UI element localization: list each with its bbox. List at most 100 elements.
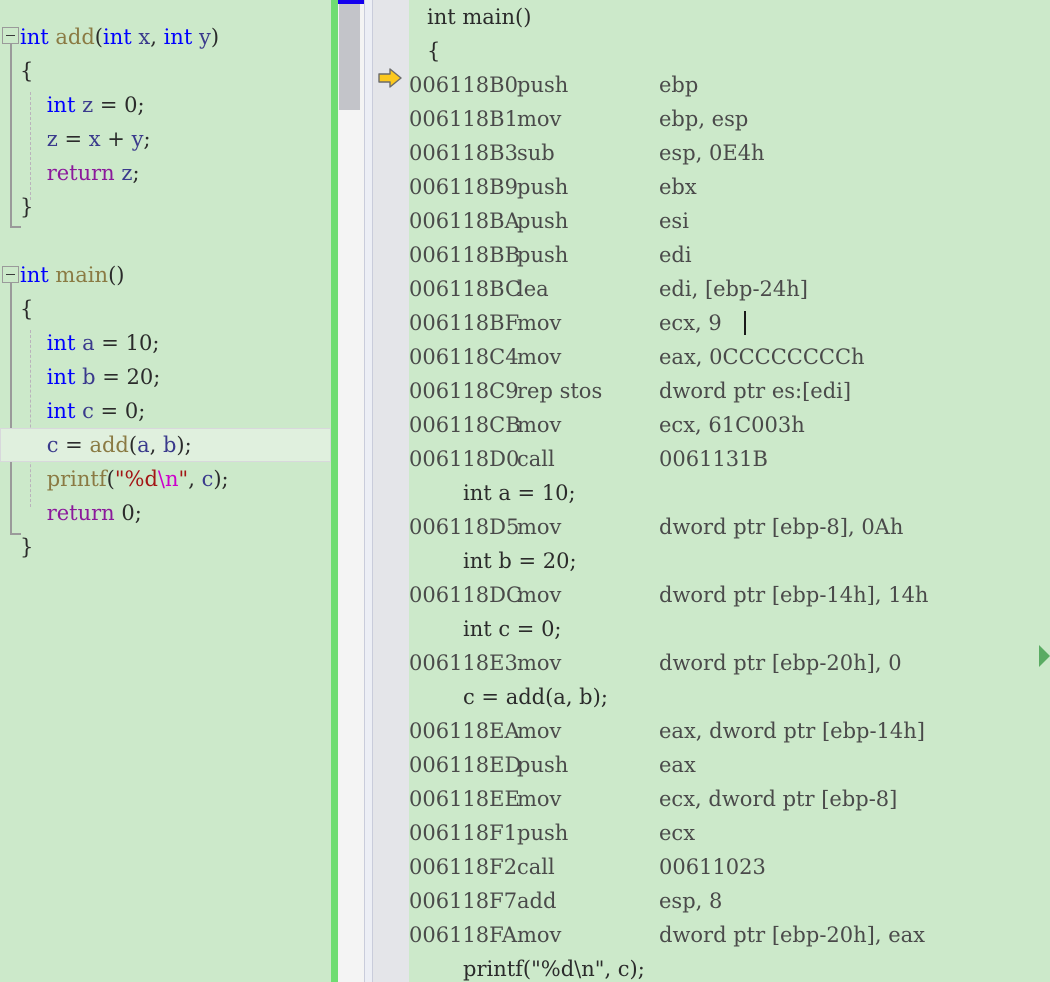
disasm-operands: ebx bbox=[659, 175, 697, 199]
disasm-instruction-row[interactable]: 006118B9push ebx bbox=[409, 170, 1050, 204]
disasm-instruction-row[interactable]: 006118C9rep stos dword ptr es:[edi] bbox=[409, 374, 1050, 408]
disasm-mnemonic: rep stos bbox=[517, 379, 603, 403]
debugger-window: int add(int x, int y) { int z = 0; z = x… bbox=[0, 0, 1050, 982]
disasm-instruction-row[interactable]: 006118F1push ecx bbox=[409, 816, 1050, 850]
disasm-operands: dword ptr es:[edi] bbox=[659, 379, 852, 403]
code-line[interactable]: int main() bbox=[0, 258, 331, 292]
disasm-operands: ebp bbox=[659, 73, 699, 97]
disasm-address: 006118B3 bbox=[409, 141, 518, 165]
disasm-address: 006118EE bbox=[409, 787, 520, 811]
disasm-instruction-row[interactable]: 006118B0push ebp bbox=[409, 68, 1050, 102]
code-line[interactable]: { bbox=[0, 292, 331, 326]
source-vertical-scrollbar[interactable] bbox=[338, 0, 364, 982]
disasm-address: 006118DC bbox=[409, 583, 523, 607]
disasm-instruction-row[interactable]: 006118BClea edi, [ebp-24h] bbox=[409, 272, 1050, 306]
code-line-current[interactable]: c = add(a, b); bbox=[0, 428, 331, 462]
disasm-source-line[interactable]: int c = 0; bbox=[409, 612, 1050, 646]
disasm-address: 006118ED bbox=[409, 753, 522, 777]
disasm-operands: 00611023 bbox=[659, 855, 766, 879]
disasm-instruction-row[interactable]: 006118B3sub esp, 0E4h bbox=[409, 136, 1050, 170]
code-line[interactable]: } bbox=[0, 190, 331, 224]
disassembly-line-list: int main() { 006118B0push ebp 006118B1mov… bbox=[409, 0, 1050, 982]
disasm-instruction-row[interactable]: 006118EDpush eax bbox=[409, 748, 1050, 782]
disasm-source-line[interactable]: int main() bbox=[409, 0, 1050, 34]
disasm-mnemonic: mov bbox=[517, 413, 562, 437]
code-line[interactable]: return z; bbox=[0, 156, 331, 190]
disasm-address: 006118BF bbox=[409, 311, 520, 335]
disasm-operands: dword ptr [ebp-20h], 0 bbox=[659, 651, 902, 675]
disasm-instruction-row[interactable]: 006118FAmov dword ptr [ebp-20h], eax bbox=[409, 918, 1050, 952]
disasm-mnemonic: mov bbox=[517, 651, 562, 675]
disasm-operands: edi bbox=[659, 243, 692, 267]
text-caret bbox=[743, 311, 746, 335]
disasm-address: 006118BB bbox=[409, 243, 521, 267]
disasm-operands: dword ptr [ebp-14h], 14h bbox=[659, 583, 929, 607]
code-line[interactable]: } bbox=[0, 530, 331, 564]
disasm-instruction-row[interactable]: 006118EEmov ecx, dword ptr [ebp-8] bbox=[409, 782, 1050, 816]
disasm-mnemonic: mov bbox=[517, 311, 562, 335]
disasm-address: 006118CB bbox=[409, 413, 521, 437]
disasm-operands: eax, 0CCCCCCCCh bbox=[659, 345, 865, 369]
disasm-source-line[interactable]: c = add(a, b); bbox=[409, 680, 1050, 714]
code-line[interactable]: return 0; bbox=[0, 496, 331, 530]
disasm-operands: eax, dword ptr [ebp-14h] bbox=[659, 719, 925, 743]
disasm-instruction-row[interactable]: 006118F2call 00611023 bbox=[409, 850, 1050, 884]
disasm-instruction-row[interactable]: 006118CBmov ecx, 61C003h bbox=[409, 408, 1050, 442]
disasm-instruction-row[interactable]: 006118C4mov eax, 0CCCCCCCCh bbox=[409, 340, 1050, 374]
code-line[interactable]: z = x + y; bbox=[0, 122, 331, 156]
scrollbar-thumb[interactable] bbox=[339, 4, 360, 110]
disasm-mnemonic: push bbox=[517, 175, 569, 199]
disasm-instruction-row[interactable]: 006118DCmov dword ptr [ebp-14h], 14h bbox=[409, 578, 1050, 612]
code-line[interactable]: int a = 10; bbox=[0, 326, 331, 360]
disasm-instruction-row-caret[interactable]: 006118BFmov ecx, 9 bbox=[409, 306, 1050, 340]
disasm-address: 006118FA bbox=[409, 923, 518, 947]
disasm-mnemonic: push bbox=[517, 73, 569, 97]
source-code-editor[interactable]: int add(int x, int y) { int z = 0; z = x… bbox=[0, 0, 331, 982]
disasm-operands: 0061131B bbox=[659, 447, 768, 471]
disasm-address: 006118BA bbox=[409, 209, 520, 233]
code-line[interactable]: int z = 0; bbox=[0, 88, 331, 122]
pane-splitter[interactable] bbox=[364, 0, 373, 982]
disasm-source-line[interactable]: int a = 10; bbox=[409, 476, 1050, 510]
disasm-address: 006118F7 bbox=[409, 889, 518, 913]
disasm-mnemonic: mov bbox=[517, 583, 562, 607]
disasm-mnemonic: push bbox=[517, 821, 569, 845]
disasm-instruction-row[interactable]: 006118D0call 0061131B bbox=[409, 442, 1050, 476]
disasm-mnemonic: mov bbox=[517, 787, 562, 811]
code-line[interactable]: int b = 20; bbox=[0, 360, 331, 394]
disasm-operands: esi bbox=[659, 209, 689, 233]
disasm-operands: esp, 0E4h bbox=[659, 141, 765, 165]
disasm-instruction-row[interactable]: 006118BApush esi bbox=[409, 204, 1050, 238]
disasm-mnemonic: push bbox=[517, 209, 569, 233]
disasm-instruction-row[interactable]: 006118F7add esp, 8 bbox=[409, 884, 1050, 918]
disasm-source-line[interactable]: int b = 20; bbox=[409, 544, 1050, 578]
disasm-operands: esp, 8 bbox=[659, 889, 723, 913]
disasm-source-line[interactable]: printf("%d\n", c); bbox=[409, 952, 1050, 982]
disasm-address: 006118B0 bbox=[409, 73, 518, 97]
disasm-operands: dword ptr [ebp-8], 0Ah bbox=[659, 515, 904, 539]
disasm-instruction-row[interactable]: 006118E3mov dword ptr [ebp-20h], 0 bbox=[409, 646, 1050, 680]
disasm-operands: edi, [ebp-24h] bbox=[659, 277, 808, 301]
disassembly-gutter[interactable] bbox=[373, 0, 409, 982]
disasm-operands: ecx, 9 bbox=[659, 311, 722, 335]
disasm-address: 006118D0 bbox=[409, 447, 520, 471]
disassembly-view[interactable]: int main() { 006118B0push ebp 006118B1mov… bbox=[373, 0, 1050, 982]
disasm-address: 006118BC bbox=[409, 277, 522, 301]
disasm-mnemonic: lea bbox=[517, 277, 549, 301]
code-line[interactable]: int add(int x, int y) bbox=[0, 20, 331, 54]
code-line[interactable]: int c = 0; bbox=[0, 394, 331, 428]
disasm-instruction-row[interactable]: 006118B1mov ebp, esp bbox=[409, 102, 1050, 136]
disasm-source-line[interactable]: { bbox=[409, 34, 1050, 68]
code-line[interactable]: { bbox=[0, 54, 331, 88]
disasm-instruction-row[interactable]: 006118D5mov dword ptr [ebp-8], 0Ah bbox=[409, 510, 1050, 544]
disasm-operands: eax bbox=[659, 753, 696, 777]
disasm-address: 006118D5 bbox=[409, 515, 520, 539]
disasm-address: 006118EA bbox=[409, 719, 520, 743]
instruction-pointer-arrow-icon bbox=[378, 68, 402, 88]
disasm-instruction-row[interactable]: 006118EAmov eax, dword ptr [ebp-14h] bbox=[409, 714, 1050, 748]
code-line-blank[interactable] bbox=[0, 224, 331, 258]
code-line[interactable]: printf("%d\n", c); bbox=[0, 462, 331, 496]
disasm-mnemonic: call bbox=[517, 855, 555, 879]
disasm-instruction-row[interactable]: 006118BBpush edi bbox=[409, 238, 1050, 272]
disasm-operands: ebp, esp bbox=[659, 107, 749, 131]
